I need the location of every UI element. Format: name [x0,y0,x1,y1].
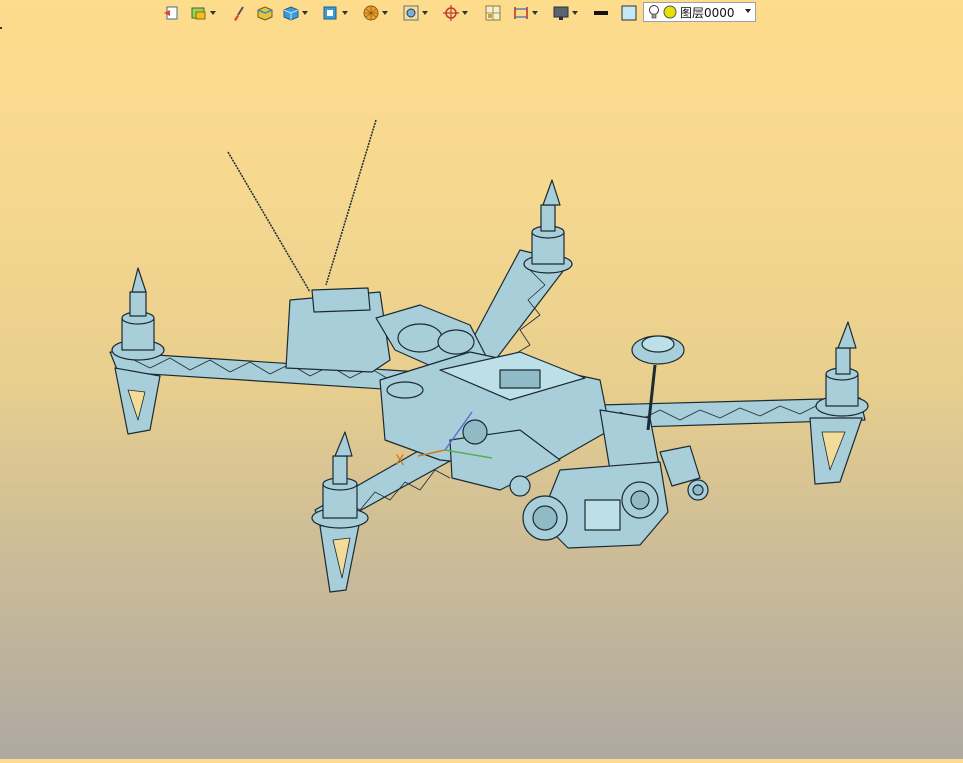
view-toolbar [160,1,676,25]
dimension-icon [514,7,528,19]
line-weight-button[interactable] [590,2,612,24]
shaded-box-button[interactable] [254,2,276,24]
paint-brush-button[interactable] [228,2,248,24]
shaded-box-icon [257,6,273,21]
lightbulb-icon [649,5,659,19]
motor-left [111,267,165,361]
layer-selector[interactable]: 图层0000 [643,2,756,22]
layer-name: 图层0000 [680,5,735,20]
display-monitor-button[interactable] [550,2,580,24]
origin-marker [0,27,2,29]
drone-model-render: X [109,119,869,593]
line-weight-icon [594,11,608,15]
color-swatch-button[interactable] [618,2,640,24]
grid-button[interactable] [482,2,504,24]
view-orient-button[interactable] [320,2,350,24]
motor-front [311,431,369,529]
solid-cube-icon [283,6,299,21]
exit-sketch-icon [164,6,178,20]
grid-icon [485,5,501,21]
antenna-right [325,119,377,286]
zoom-fit-button[interactable] [400,2,430,24]
render-sphere-button[interactable] [360,2,390,24]
crosshair-snap-button[interactable] [440,2,470,24]
motor-right [815,321,869,417]
paint-brush-icon [234,6,244,21]
axis-x-label: X [395,453,405,469]
view-orient-icon [323,6,337,20]
render-sphere-icon [363,5,379,21]
view-style-icon [191,7,206,20]
chevron-down-icon[interactable] [745,9,751,13]
exit-sketch-button[interactable] [160,2,182,24]
crosshair-snap-icon [443,5,459,21]
receiver-module [311,287,371,313]
display-monitor-icon [553,6,569,20]
antenna-left [227,151,311,293]
solid-cube-button[interactable] [280,2,310,24]
motor-back [523,179,573,274]
dimension-button[interactable] [510,2,540,24]
view-style-button[interactable] [188,2,218,24]
model-viewport[interactable]: X [0,0,963,759]
zoom-fit-icon [403,5,419,21]
color-swatch-icon [621,5,637,21]
layer-color-dot-icon [663,5,677,19]
